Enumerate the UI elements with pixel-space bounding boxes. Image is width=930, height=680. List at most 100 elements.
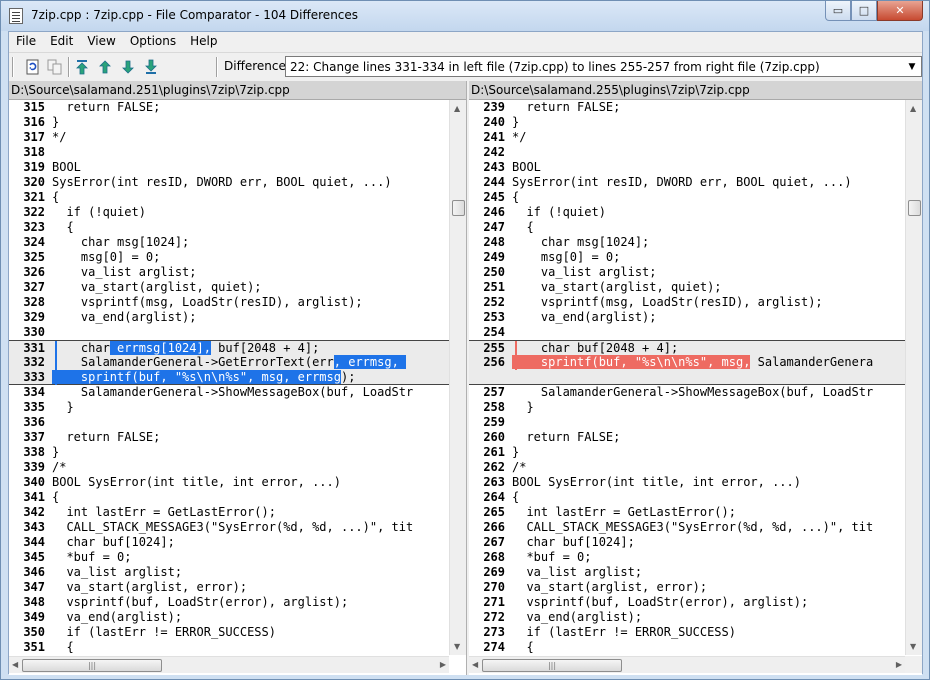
scroll-right-icon[interactable]: ▶ xyxy=(440,660,446,669)
code-line: 262 /* xyxy=(469,460,905,475)
copy-button[interactable] xyxy=(45,57,65,77)
left-horizontal-thumb[interactable]: ||| xyxy=(22,659,162,672)
right-code-view[interactable]: 239 return FALSE; 240} 241 */242 243 BOOL 244 S… xyxy=(469,100,905,655)
scroll-down-icon[interactable]: ▼ xyxy=(454,642,460,651)
scroll-right-icon[interactable]: ▶ xyxy=(896,660,902,669)
right-file-path: D:\Source\salamand.255\plugins\7zip\7zip… xyxy=(469,81,922,100)
code-line: 320 SysError(int resID, DWORD err, BOOL q… xyxy=(9,175,449,190)
prev-diff-icon xyxy=(99,60,111,74)
maximize-button[interactable]: □ xyxy=(851,1,877,21)
line-number: 262 xyxy=(483,460,505,474)
code-line: 350 if (lastErr != ERROR_SUCCESS) xyxy=(9,625,449,640)
line-text: sprintf(buf, "%s\n\n%s", msg, errmsg); xyxy=(45,370,355,385)
line-number: 346 xyxy=(23,565,45,579)
next-diff-button[interactable] xyxy=(118,57,138,77)
line-text: *buf = 0; xyxy=(512,550,592,564)
menu-view[interactable]: View xyxy=(80,32,122,51)
code-line: 337 return FALSE; xyxy=(9,430,449,445)
left-horizontal-scrollbar[interactable]: ◀ ||| ▶ xyxy=(9,656,449,673)
line-text: char msg[1024]; xyxy=(52,235,190,249)
minimize-icon: ▭ xyxy=(832,4,844,17)
close-button[interactable]: ✕ xyxy=(877,1,923,21)
right-vertical-thumb[interactable] xyxy=(908,200,921,216)
line-text-changed: errmsg[1024], xyxy=(109,341,211,355)
line-text: va_list arglist; xyxy=(512,265,657,279)
code-line: 267 char buf[1024]; xyxy=(469,535,905,550)
menu-edit[interactable]: Edit xyxy=(43,32,80,51)
line-text: SalamanderGeneral->ShowMessageBox(buf, L… xyxy=(52,385,414,399)
line-text: vsprintf(buf, LoadStr(error), arglist); xyxy=(52,595,349,609)
line-number: 326 xyxy=(23,265,45,279)
line-text: if (lastErr != ERROR_SUCCESS) xyxy=(512,625,736,639)
code-line: 248 char msg[1024]; xyxy=(469,235,905,250)
right-horizontal-thumb[interactable]: ||| xyxy=(482,659,622,672)
line-text-unchanged: ); xyxy=(340,370,356,384)
left-vertical-scrollbar[interactable]: ▲ ▼ xyxy=(449,100,466,655)
maximize-icon: □ xyxy=(858,4,870,17)
code-line: 346 va_list arglist; xyxy=(9,565,449,580)
right-vertical-scrollbar[interactable]: ▲ ▼ xyxy=(905,100,922,655)
line-number: 347 xyxy=(23,580,45,594)
line-text: { xyxy=(512,190,520,204)
line-text: { xyxy=(52,490,60,504)
scroll-left-icon[interactable]: ◀ xyxy=(12,660,18,669)
line-number: 339 xyxy=(23,460,45,474)
line-text: char buf[1024]; xyxy=(512,535,635,549)
code-line: 264 { xyxy=(469,490,905,505)
line-number: 251 xyxy=(483,280,505,294)
line-number: 269 xyxy=(483,565,505,579)
toolbar: Difference 22: Change lines 331-334 in l… xyxy=(9,52,922,80)
line-number: 320 xyxy=(23,175,45,189)
line-number: 345 xyxy=(23,550,45,564)
close-icon: ✕ xyxy=(895,4,905,17)
line-number: 266 xyxy=(483,520,505,534)
scroll-left-icon[interactable]: ◀ xyxy=(472,660,478,669)
scroll-up-icon[interactable]: ▲ xyxy=(910,104,916,113)
menu-help[interactable]: Help xyxy=(183,32,224,51)
prev-diff-button[interactable] xyxy=(95,57,115,77)
toolbar-grip[interactable] xyxy=(12,57,14,77)
size-grip[interactable] xyxy=(905,656,922,673)
line-text: va_start(arglist, error); xyxy=(512,580,708,594)
line-number: 263 xyxy=(483,475,505,489)
recompare-button[interactable] xyxy=(23,57,43,77)
line-number: 258 xyxy=(483,400,505,414)
title-bar[interactable]: 7zip.cpp : 7zip.cpp - File Comparator - … xyxy=(1,1,929,31)
line-number: 317 xyxy=(23,130,45,144)
code-line: 270 va_start(arglist, error); xyxy=(469,580,905,595)
last-diff-button[interactable] xyxy=(141,57,161,77)
code-line: 347 va_start(arglist, error); xyxy=(9,580,449,595)
code-line: 253 va_end(arglist); xyxy=(469,310,905,325)
minimize-button[interactable]: ▭ xyxy=(825,1,851,21)
line-text: va_list arglist; xyxy=(52,565,183,579)
line-number: 324 xyxy=(23,235,45,249)
line-text: */ xyxy=(52,130,67,144)
left-code-view[interactable]: 315 return FALSE; 316} 317 */318 319 BOOL 320 S… xyxy=(9,100,449,655)
chevron-down-icon[interactable]: ▼ xyxy=(905,60,919,74)
line-text-unchanged: SalamanderGeneral->GetErrorText(err xyxy=(52,355,334,369)
code-line: 243 BOOL xyxy=(469,160,905,175)
line-number: 240 xyxy=(483,115,505,129)
code-line: 340 BOOL SysError(int title, int error, .… xyxy=(9,475,449,490)
line-number: 342 xyxy=(23,505,45,519)
line-text: return FALSE; xyxy=(512,100,621,114)
app-icon xyxy=(9,8,23,24)
line-text-unchanged: buf[2048 + 4]; xyxy=(210,341,320,355)
code-line: 265 int lastErr = GetLastError(); xyxy=(469,505,905,520)
line-text: char buf[2048 + 4]; xyxy=(505,341,678,356)
menu-options[interactable]: Options xyxy=(123,32,183,51)
left-vertical-thumb[interactable] xyxy=(452,200,465,216)
menu-file[interactable]: File xyxy=(9,32,43,51)
scroll-down-icon[interactable]: ▼ xyxy=(910,642,916,651)
code-line: 244 SysError(int resID, DWORD err, BOOL q… xyxy=(469,175,905,190)
scroll-up-icon[interactable]: ▲ xyxy=(454,104,460,113)
code-line: 324 char msg[1024]; xyxy=(9,235,449,250)
first-diff-button[interactable] xyxy=(72,57,92,77)
code-line: 258 } xyxy=(469,400,905,415)
right-horizontal-scrollbar[interactable]: ◀ ||| ▶ xyxy=(469,656,905,673)
line-number: 333 xyxy=(23,370,45,384)
line-number: 327 xyxy=(23,280,45,294)
line-number: 316 xyxy=(23,115,45,129)
difference-select[interactable]: 22: Change lines 331-334 in left file (7… xyxy=(285,56,922,77)
code-line: 333 sprintf(buf, "%s\n\n%s", msg, errmsg… xyxy=(9,370,449,385)
